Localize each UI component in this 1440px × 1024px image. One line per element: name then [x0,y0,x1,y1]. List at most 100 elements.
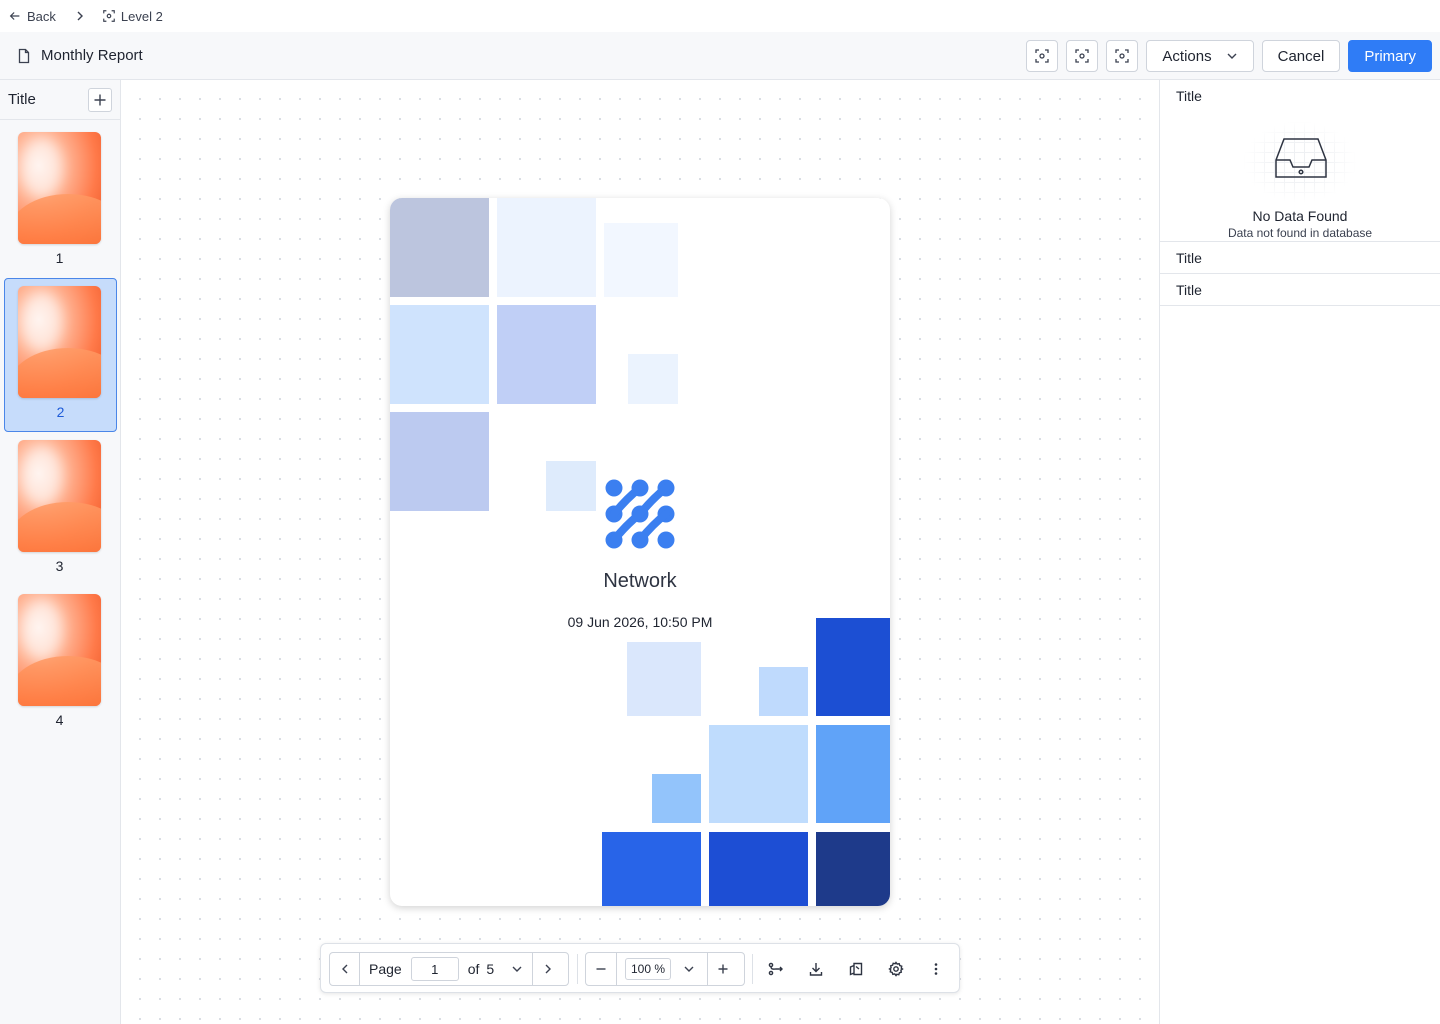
focus-button-2[interactable] [1066,40,1099,72]
inbox-icon [1275,138,1327,178]
focus-icon [103,10,115,22]
decor-square [709,725,808,823]
more-vertical-icon [934,963,938,975]
chevron-right-icon [74,10,86,22]
network-logo-icon [605,479,675,549]
properties-panel: Title No Data Found Data not found in da… [1159,80,1440,1024]
thumbnail-image [18,594,101,706]
more-button[interactable] [924,957,948,981]
page-thumbnails-panel: Title 1 2 3 4 [0,80,121,1024]
download-icon [809,963,823,976]
header-actions: Actions Cancel Primary [1026,40,1432,72]
decor-square [628,354,678,404]
compare-button[interactable] [844,957,868,981]
back-link[interactable]: Back [8,9,56,24]
page-select-dropdown[interactable] [502,953,532,985]
decor-square [497,198,596,297]
branch-icon [768,962,783,976]
page-label: Page [369,961,402,977]
page-toolbar: Page of 5 [320,943,960,993]
decor-square [816,725,890,823]
thumbnail-number: 3 [55,558,64,574]
actions-dropdown[interactable]: Actions [1146,40,1254,72]
thumbnails-header: Title [0,80,120,120]
page-thumbnail-4[interactable]: 4 [4,586,117,740]
empty-state-illustration [1244,122,1356,202]
zoom-in-button[interactable] [708,953,738,985]
actions-label: Actions [1162,47,1212,65]
zoom-dropdown[interactable] [671,953,707,985]
empty-state-title: No Data Found [1252,208,1348,224]
settings-button[interactable] [884,957,908,981]
decor-square [759,667,808,716]
toolbar-divider [752,954,753,984]
thumbnails-title: Title [8,91,36,108]
empty-state-subtitle: Data not found in database [1227,226,1373,240]
focus-icon [1075,49,1090,63]
decor-square [390,412,489,511]
back-label: Back [27,8,56,24]
breadcrumb-current[interactable]: Level 2 [102,9,163,24]
download-button[interactable] [804,957,828,981]
of-label: of [467,961,480,977]
cancel-button[interactable]: Cancel [1261,40,1341,72]
decor-square [627,642,701,716]
plus-icon [94,94,106,105]
breadcrumb-current-label: Level 2 [120,8,163,24]
page-thumbnail-1[interactable]: 1 [4,124,117,278]
prev-page-button[interactable] [330,953,359,985]
thumbnail-number: 1 [55,250,64,266]
decor-square [390,305,489,404]
pagination-control: Page of 5 [329,952,569,986]
minus-icon [596,968,606,970]
focus-button-3[interactable] [1106,40,1139,72]
document-title-text: Monthly Report [41,47,143,64]
copy-pages-icon [849,962,863,976]
chevron-left-icon [341,964,347,974]
gear-icon [888,961,904,977]
next-page-button[interactable] [533,953,562,985]
section-title: Title [1176,88,1202,104]
thumbnail-image [18,286,101,398]
panel-section-2[interactable]: Title [1160,242,1440,274]
plus-icon [718,964,728,974]
zoom-out-button[interactable] [586,953,616,985]
decor-square [546,461,596,511]
total-pages: 5 [486,961,495,977]
focus-icon [1035,49,1050,63]
decor-square [709,832,808,906]
decor-square [604,223,678,297]
page-number-input[interactable] [410,957,459,981]
decor-square [497,305,596,404]
chevron-down-icon [684,966,694,972]
toolbar-divider [577,954,578,984]
page-thumbnail-3[interactable]: 3 [4,432,117,586]
decor-square [390,198,489,297]
page-thumbnail-2[interactable]: 2 [4,278,117,432]
document-title: Monthly Report [0,47,143,64]
document-page-title: Network [603,570,677,592]
decor-square [652,774,701,823]
chevron-down-icon [512,966,522,972]
empty-state-section: Title No Data Found Data not found in da… [1160,80,1440,242]
document-canvas[interactable]: Network 09 Jun 2026, 10:50 PM Page of 5 [121,80,1159,1024]
add-page-button[interactable] [88,87,112,112]
primary-button[interactable]: Primary [1348,40,1432,72]
zoom-control [585,952,745,986]
chevron-right-icon [545,964,551,974]
panel-section-3[interactable]: Title [1160,274,1440,306]
connect-tool-button[interactable] [764,957,788,981]
document-page-date: 09 Jun 2026, 10:50 PM [567,614,713,630]
thumbnail-image [18,440,101,552]
chevron-down-icon [1227,53,1237,59]
thumbnail-number: 2 [56,404,65,420]
decor-square [816,618,890,716]
focus-icon [1115,49,1130,63]
header: Monthly Report Actions Cancel Primary [0,32,1440,80]
decor-square [816,832,890,906]
document-page[interactable]: Network 09 Jun 2026, 10:50 PM [390,198,890,906]
thumbnail-image [18,132,101,244]
focus-button-1[interactable] [1026,40,1059,72]
breadcrumb: Back Level 2 [0,0,1440,32]
zoom-input[interactable] [625,958,671,980]
